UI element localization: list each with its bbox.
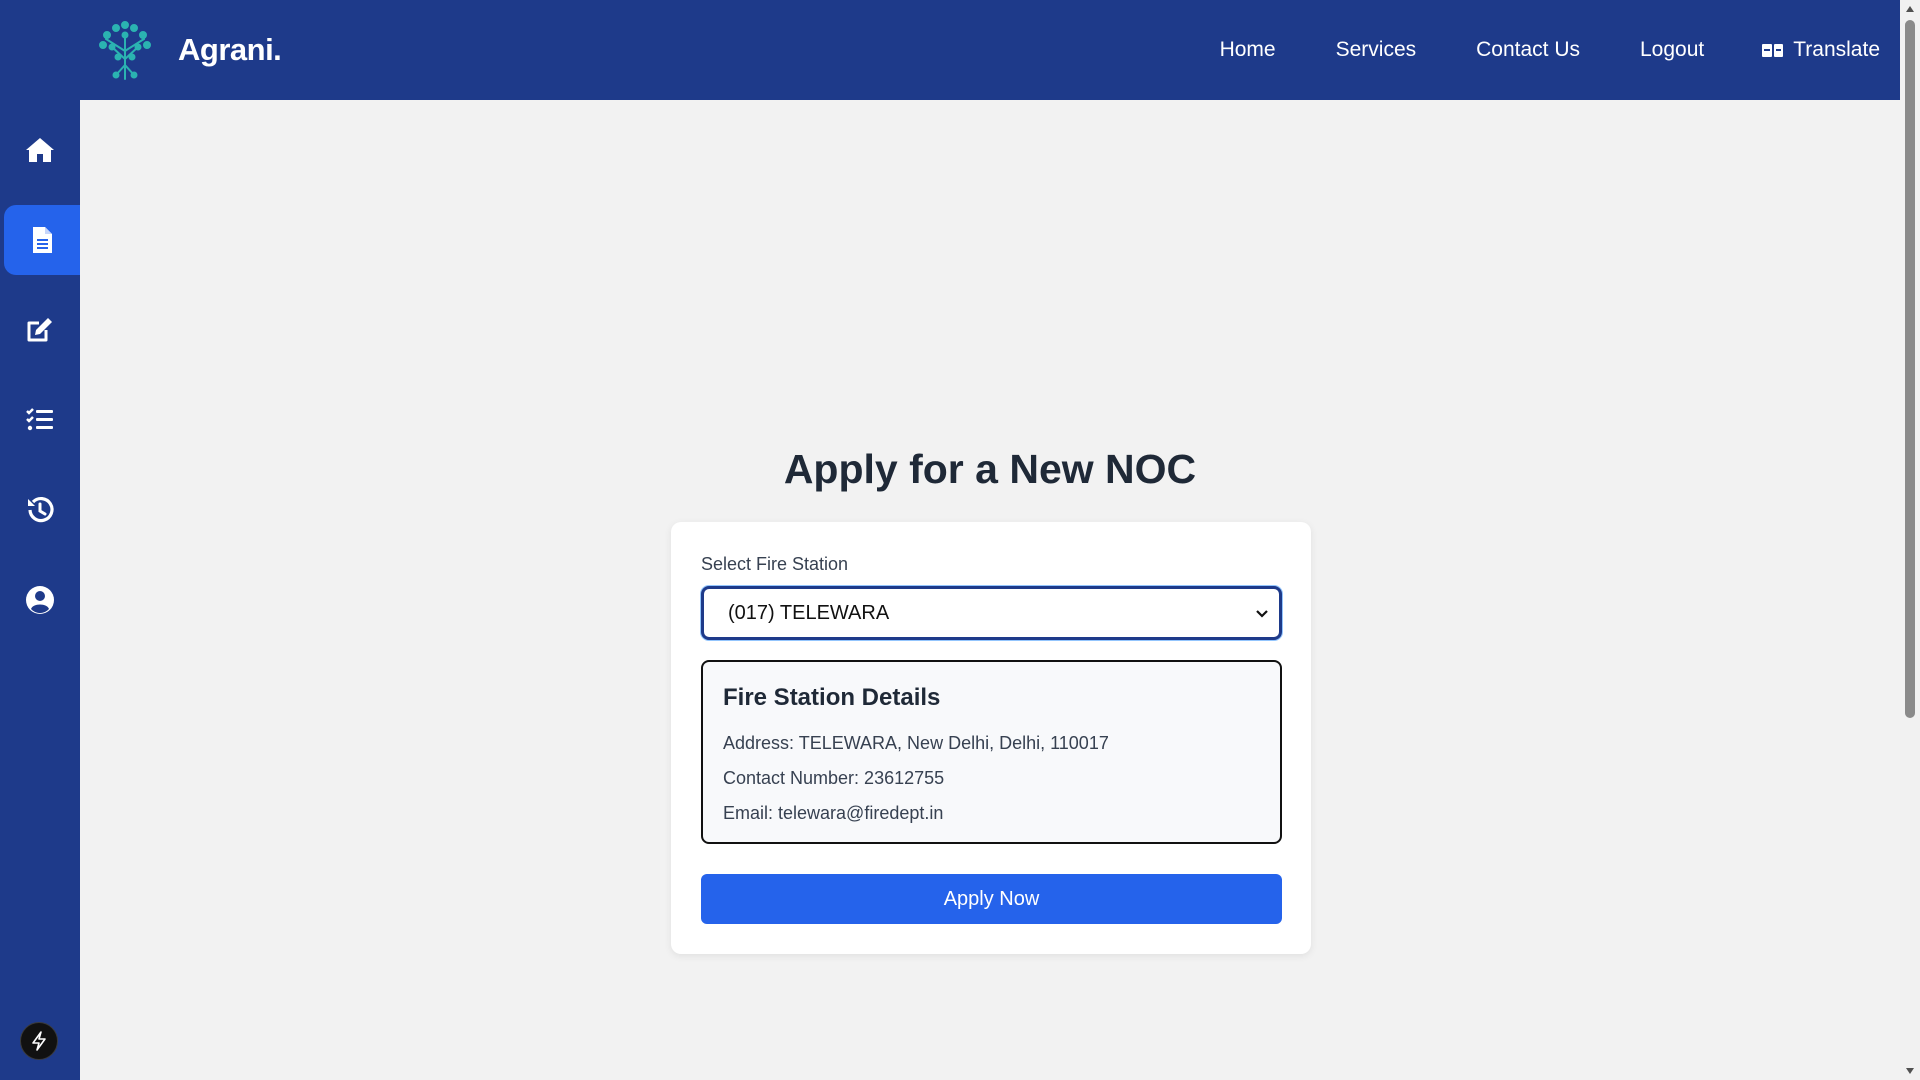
translate-icon	[1762, 43, 1784, 57]
scroll-thumb[interactable]	[1905, 20, 1915, 718]
app-root: Agrani. Home Services Contact Us Logout …	[0, 0, 1920, 1080]
home-icon	[26, 138, 54, 162]
apply-now-button[interactable]: Apply Now	[701, 874, 1282, 924]
top-nav: Home Services Contact Us Logout Translat…	[1220, 0, 1900, 100]
sidebar-item-edit[interactable]	[0, 295, 80, 365]
translate-label: Translate	[1793, 38, 1880, 61]
translate-button[interactable]: Translate	[1762, 38, 1880, 62]
station-address: Address: TELEWARA, New Delhi, Delhi, 110…	[723, 733, 1109, 753]
sidebar	[0, 100, 80, 1080]
user-circle-icon	[26, 586, 54, 614]
nav-services-link[interactable]: Services	[1336, 38, 1417, 62]
page-title: Apply for a New NOC	[783, 446, 1197, 492]
scroll-down-arrow[interactable]	[1900, 1062, 1920, 1080]
sidebar-item-home[interactable]	[0, 115, 80, 185]
fire-station-select[interactable]: (017) TELEWARA	[701, 586, 1282, 640]
station-contact: Contact Number: 23612755	[723, 768, 945, 788]
fire-station-selected-value: (017) TELEWARA	[728, 601, 890, 624]
station-email: Email: telewara@firedept.in	[723, 803, 944, 823]
sidebar-item-history[interactable]	[0, 475, 80, 545]
sidebar-item-profile[interactable]	[0, 565, 80, 635]
checklist-icon	[26, 408, 53, 431]
bolt-button[interactable]	[20, 1022, 58, 1060]
main-content: Apply for a New NOC Select Fire Station …	[80, 100, 1900, 1080]
lightning-icon	[32, 1031, 46, 1051]
document-icon	[33, 227, 52, 253]
edit-icon	[27, 318, 52, 342]
nav-logout-link[interactable]: Logout	[1640, 38, 1704, 62]
fire-station-details: Fire Station Details Address: TELEWARA, …	[701, 660, 1282, 844]
top-navbar: Agrani. Home Services Contact Us Logout …	[0, 0, 1900, 100]
page-scrollbar[interactable]	[1900, 0, 1920, 1080]
sidebar-item-checklist[interactable]	[0, 385, 80, 455]
brand-name: Agrani.	[178, 32, 282, 67]
details-title: Fire Station Details	[723, 684, 941, 711]
nav-home-link[interactable]: Home	[1220, 38, 1276, 62]
scroll-up-arrow[interactable]	[1900, 0, 1920, 18]
agrani-logo-icon	[99, 21, 151, 80]
station-select-label: Select Fire Station	[701, 554, 849, 574]
brand[interactable]: Agrani.	[98, 19, 282, 81]
history-icon	[28, 496, 54, 523]
triangle-up-icon	[1906, 6, 1914, 12]
chevron-down-icon	[1256, 610, 1268, 618]
sidebar-item-documents[interactable]	[4, 205, 80, 275]
nav-contact-link[interactable]: Contact Us	[1476, 38, 1580, 62]
triangle-down-icon	[1906, 1068, 1914, 1074]
noc-form-card: Select Fire Station (017) TELEWARA Fire …	[671, 522, 1311, 954]
